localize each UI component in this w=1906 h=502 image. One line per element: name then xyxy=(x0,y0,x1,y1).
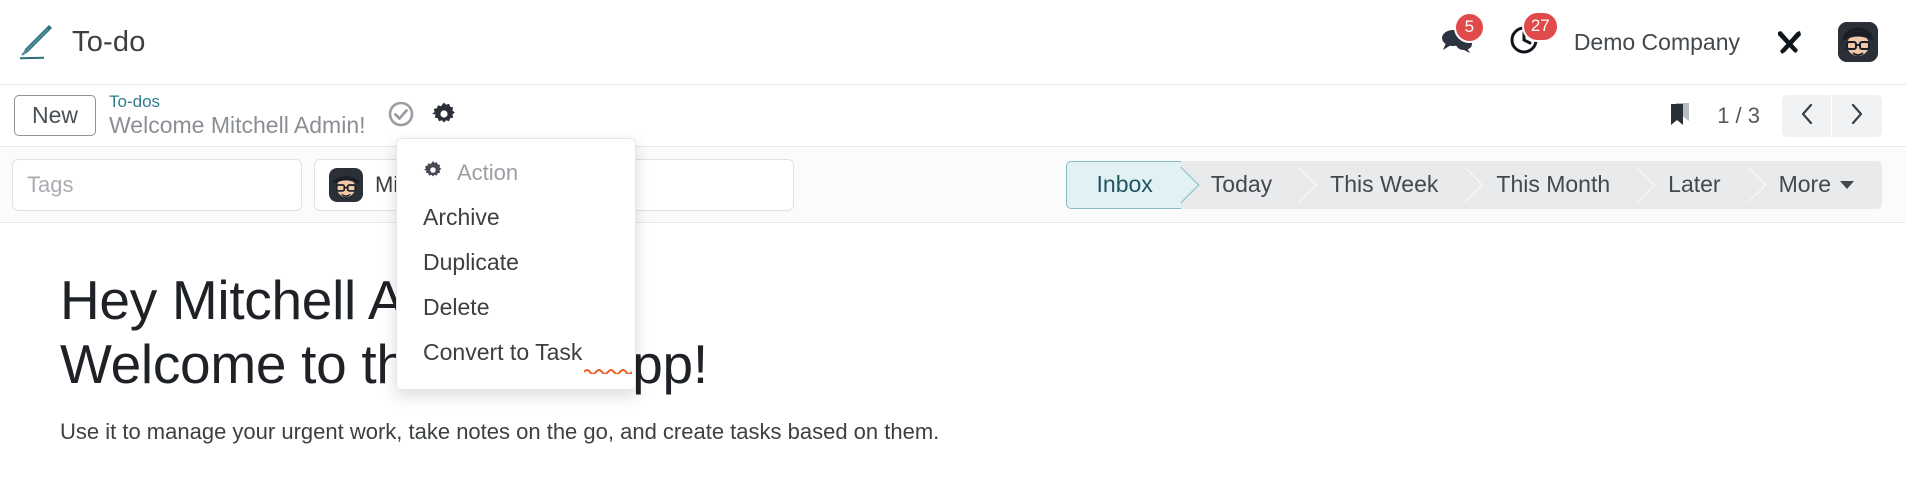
company-switcher[interactable]: Demo Company xyxy=(1574,29,1740,56)
control-panel: New To-dos Welcome Mitchell Admin! 1 / 3 xyxy=(0,85,1906,147)
navbar-right: 5 27 Demo Company xyxy=(1440,10,1878,62)
tools-icon xyxy=(1774,27,1804,57)
activities-badge: 27 xyxy=(1521,10,1559,42)
user-menu-button[interactable] xyxy=(1838,22,1878,62)
tags-input[interactable]: Tags xyxy=(12,158,302,211)
dropdown-item-delete[interactable]: Delete xyxy=(397,285,635,330)
bookmark-button[interactable] xyxy=(1665,99,1695,132)
pen-icon xyxy=(14,21,56,63)
document-title[interactable]: Hey Mitchell Admin, Welcome to the To-do… xyxy=(60,269,1846,397)
action-menu-button[interactable] xyxy=(431,101,457,130)
user-avatar xyxy=(329,167,363,202)
settings-tools-button[interactable] xyxy=(1774,27,1804,57)
user-avatar xyxy=(1838,22,1878,62)
breadcrumb-record-name: Welcome Mitchell Admin! xyxy=(109,111,366,138)
filter-tab-label: This Month xyxy=(1496,171,1611,197)
dropdown-item-archive[interactable]: Archive xyxy=(397,195,635,240)
dropdown-header: Action xyxy=(397,151,635,195)
filter-tab-label: More xyxy=(1778,171,1831,197)
messages-badge: 5 xyxy=(1453,11,1485,43)
chevron-left-icon xyxy=(1799,102,1815,129)
filter-tab-label: This Week xyxy=(1330,171,1439,197)
record-sheet: Hey Mitchell Admin, Welcome to the To-do… xyxy=(0,223,1906,448)
top-navbar: To-do 5 27 Demo Company xyxy=(0,0,1906,85)
filter-tab-this-month[interactable]: This Month xyxy=(1466,160,1639,209)
check-circle-icon xyxy=(387,100,415,131)
app-title: To-do xyxy=(72,25,146,58)
app-brand[interactable]: To-do xyxy=(14,21,146,63)
gear-icon xyxy=(423,160,443,186)
previous-record-button[interactable] xyxy=(1782,94,1832,137)
saved-status-button[interactable] xyxy=(387,100,415,131)
filter-tab-this-week[interactable]: This Week xyxy=(1300,160,1467,209)
filter-tab-label: Inbox xyxy=(1096,171,1153,197)
activities-button[interactable]: 27 xyxy=(1508,10,1559,61)
pager-buttons xyxy=(1782,94,1882,137)
filter-tab-label: Later xyxy=(1668,171,1721,197)
filter-tab-more[interactable]: More xyxy=(1748,160,1882,209)
document-body-text[interactable]: Use it to manage your urgent work, take … xyxy=(60,417,1846,448)
record-pager: 1 / 3 xyxy=(1665,94,1882,137)
search-filter-row: Tags Mit Inbox Today This Week This Mont… xyxy=(0,147,1906,223)
spellcheck-underline xyxy=(583,361,633,375)
document-title-line2: Welcome to the To-do app! xyxy=(60,332,708,395)
pager-counter: 1 / 3 xyxy=(1717,102,1760,128)
document-title-line1: Hey Mitchell Admin, xyxy=(60,269,538,331)
bookmark-icon xyxy=(1665,99,1695,132)
record-status-group xyxy=(387,100,457,131)
filter-tab-inbox[interactable]: Inbox xyxy=(1065,160,1181,209)
messages-button[interactable]: 5 xyxy=(1440,11,1485,60)
dropdown-header-label: Action xyxy=(457,160,519,185)
filter-tab-label: Today xyxy=(1210,171,1273,197)
gear-icon xyxy=(431,101,457,130)
next-record-button[interactable] xyxy=(1832,94,1882,137)
breadcrumb: To-dos Welcome Mitchell Admin! xyxy=(109,92,366,140)
status-filter-tabs: Inbox Today This Week This Month Later M… xyxy=(1065,160,1882,209)
action-dropdown-menu: Action Archive Duplicate Delete Convert … xyxy=(396,138,636,390)
chevron-right-icon xyxy=(1849,102,1865,129)
chevron-down-icon xyxy=(1840,180,1854,189)
new-button[interactable]: New xyxy=(14,95,97,136)
dropdown-item-duplicate[interactable]: Duplicate xyxy=(397,240,635,285)
breadcrumb-link-todos[interactable]: To-dos xyxy=(109,92,366,112)
